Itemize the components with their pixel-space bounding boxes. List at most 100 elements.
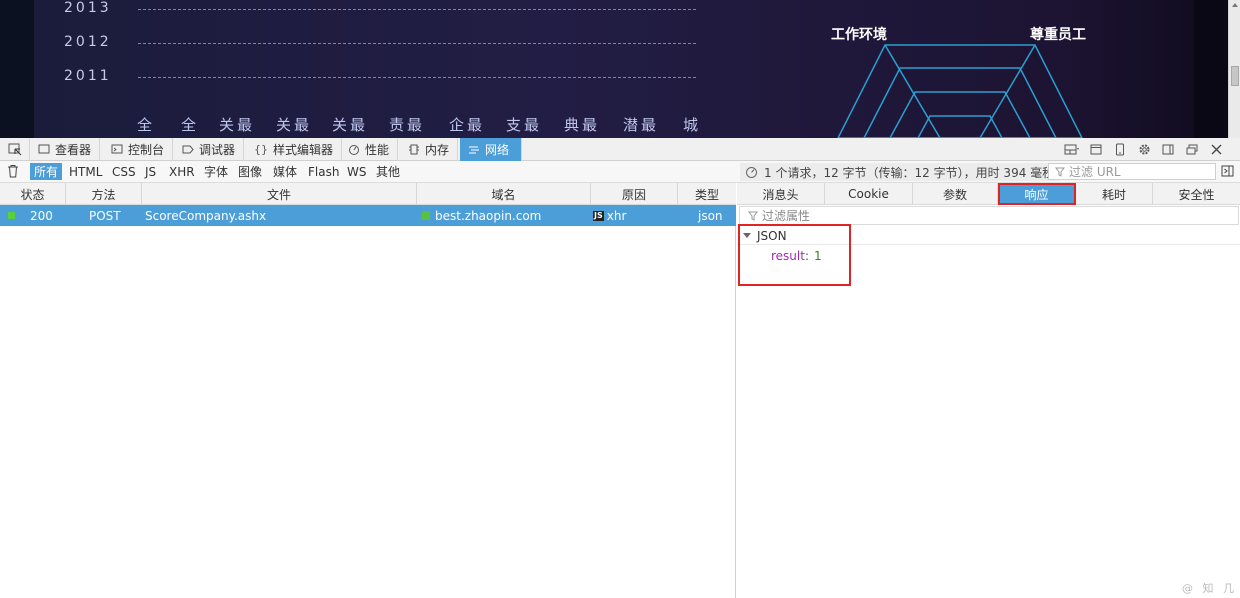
row-type: json (698, 208, 723, 223)
year-label-2012: 2012 (64, 34, 112, 50)
category-label: 关最 (276, 116, 313, 134)
url-filter-placeholder: 过滤 URL (1069, 165, 1121, 179)
column-file[interactable]: 文件 (142, 183, 417, 205)
category-label: 责最 (389, 116, 426, 134)
tab-security[interactable]: 安全性 (1153, 183, 1240, 205)
filter-properties-input[interactable]: 过滤属性 (739, 206, 1239, 225)
toggle-sidebar-icon[interactable] (1221, 165, 1234, 180)
scroll-up-arrow-icon[interactable] (1232, 3, 1238, 7)
dock-side-icon[interactable] (1156, 138, 1180, 161)
filter-funnel-icon (1055, 167, 1065, 177)
debugger-icon (182, 145, 194, 154)
tab-network[interactable]: 网络 (460, 138, 522, 161)
year-label-2013: 2013 (64, 0, 112, 16)
toolbar-right-actions (1060, 138, 1228, 161)
clear-trash-icon[interactable] (7, 164, 19, 181)
console-icon (111, 144, 123, 154)
row-cause: JS xhr (593, 205, 626, 226)
column-cause[interactable]: 原因 (591, 183, 678, 205)
secure-lock-icon (422, 211, 430, 220)
tab-params[interactable]: 参数 (913, 183, 998, 205)
tab-label: 查看器 (55, 143, 92, 157)
scrollbar-thumb[interactable] (1231, 66, 1239, 86)
tab-timings[interactable]: 耗时 (1076, 183, 1153, 205)
column-type[interactable]: 类型 (678, 183, 736, 205)
column-domain[interactable]: 域名 (417, 183, 591, 205)
close-icon[interactable] (1204, 138, 1228, 161)
js-file-icon: JS (593, 210, 604, 221)
network-icon (469, 146, 479, 154)
page-right-margin (1194, 0, 1228, 138)
settings-gear-icon[interactable] (1132, 138, 1156, 161)
tab-inspector[interactable]: 查看器 (30, 138, 101, 161)
row-status: 200 (30, 208, 53, 223)
category-label: 关最 (219, 116, 256, 134)
row-file: ScoreCompany.ashx (145, 208, 267, 223)
filter-type-js[interactable]: JS (141, 163, 160, 180)
request-row[interactable]: 200 POST ScoreCompany.ashx best.zhaopin.… (0, 205, 736, 226)
request-details-panel: 消息头 Cookie 参数 响应 耗时 安全性 过滤属性 JSON result… (737, 183, 1240, 598)
filter-type-xhr[interactable]: XHR (165, 163, 199, 180)
category-label: 全 (137, 116, 153, 134)
filter-type-other[interactable]: 其他 (372, 163, 404, 180)
details-tabs: 消息头 Cookie 参数 响应 耗时 安全性 (737, 183, 1240, 205)
row-method: POST (89, 208, 121, 223)
year-gridline (138, 77, 696, 78)
tab-performance[interactable]: 性能 (340, 138, 399, 161)
filter-type-fonts[interactable]: 字体 (200, 163, 232, 180)
category-label: 支最 (506, 116, 543, 134)
request-list: 状态 方法 文件 域名 原因 类型 200 POST ScoreCompany.… (0, 183, 736, 598)
tab-label: 内存 (425, 143, 450, 157)
tab-label: 性能 (365, 143, 390, 157)
filter-funnel-icon (748, 211, 758, 221)
row-cause-text: xhr (606, 208, 627, 223)
split-console-icon[interactable] (1060, 138, 1084, 161)
filter-type-css[interactable]: CSS (108, 163, 140, 180)
status-indicator-icon (8, 205, 15, 226)
highlight-box-response-tab (998, 183, 1076, 205)
filter-type-all[interactable]: 所有 (30, 163, 63, 180)
tab-memory[interactable]: 内存 (400, 138, 459, 161)
filter-type-ws[interactable]: WS (343, 163, 370, 180)
watermark: @ 知 几 (1182, 582, 1237, 595)
page-left-margin (0, 0, 34, 138)
radar-chart-graphic (837, 44, 1083, 138)
column-status[interactable]: 状态 (0, 183, 66, 205)
tab-console[interactable]: 控制台 (103, 138, 174, 161)
scratchpad-icon[interactable] (1084, 138, 1108, 161)
filter-type-images[interactable]: 图像 (234, 163, 266, 180)
pick-element-icon[interactable] (0, 138, 30, 161)
column-method[interactable]: 方法 (66, 183, 142, 205)
tab-style-editor[interactable]: {} 样式编辑器 (246, 138, 343, 161)
tab-label: 控制台 (128, 143, 165, 157)
filter-type-flash[interactable]: Flash (304, 163, 343, 180)
tab-label: 调试器 (199, 143, 236, 157)
devtools-toolbar: 查看器 控制台 调试器 {} 样式编辑器 性能 内存 网络 (0, 138, 1240, 161)
network-filter-bar: 所有 HTML CSS JS XHR 字体 图像 媒体 Flash WS 其他 … (0, 161, 1240, 183)
page-scrollbar[interactable] (1228, 0, 1240, 138)
tab-label: 样式编辑器 (273, 143, 334, 157)
request-summary: 1 个请求，12 字节（传输：12 字节），用时 394 毫秒 (740, 163, 1060, 181)
year-label-2011: 2011 (64, 68, 112, 84)
filter-properties-placeholder: 过滤属性 (762, 209, 811, 223)
style-editor-icon: {} (254, 143, 268, 156)
tab-cookies[interactable]: Cookie (825, 183, 913, 205)
separate-window-icon[interactable] (1180, 138, 1204, 161)
year-gridline (138, 43, 696, 44)
filter-type-html[interactable]: HTML (65, 163, 106, 180)
category-label: 典最 (564, 116, 601, 134)
web-page-viewport: 2013 2012 2011 全 全 关最 关最 关最 责最 企最 支最 典最 … (0, 0, 1240, 138)
performance-analysis-icon[interactable] (745, 166, 758, 179)
inspector-icon (38, 144, 50, 154)
url-filter-input[interactable]: 过滤 URL (1048, 163, 1216, 180)
filter-type-media[interactable]: 媒体 (269, 163, 301, 180)
performance-icon (349, 145, 359, 155)
tab-debugger[interactable]: 调试器 (174, 138, 245, 161)
tab-headers[interactable]: 消息头 (737, 183, 825, 205)
row-domain-text: best.zhaopin.com (435, 208, 542, 223)
responsive-mode-icon[interactable] (1108, 138, 1132, 161)
request-list-header: 状态 方法 文件 域名 原因 类型 (0, 183, 736, 205)
year-gridline (138, 9, 696, 10)
highlight-box-json (738, 224, 851, 286)
category-label: 全 (181, 116, 197, 134)
